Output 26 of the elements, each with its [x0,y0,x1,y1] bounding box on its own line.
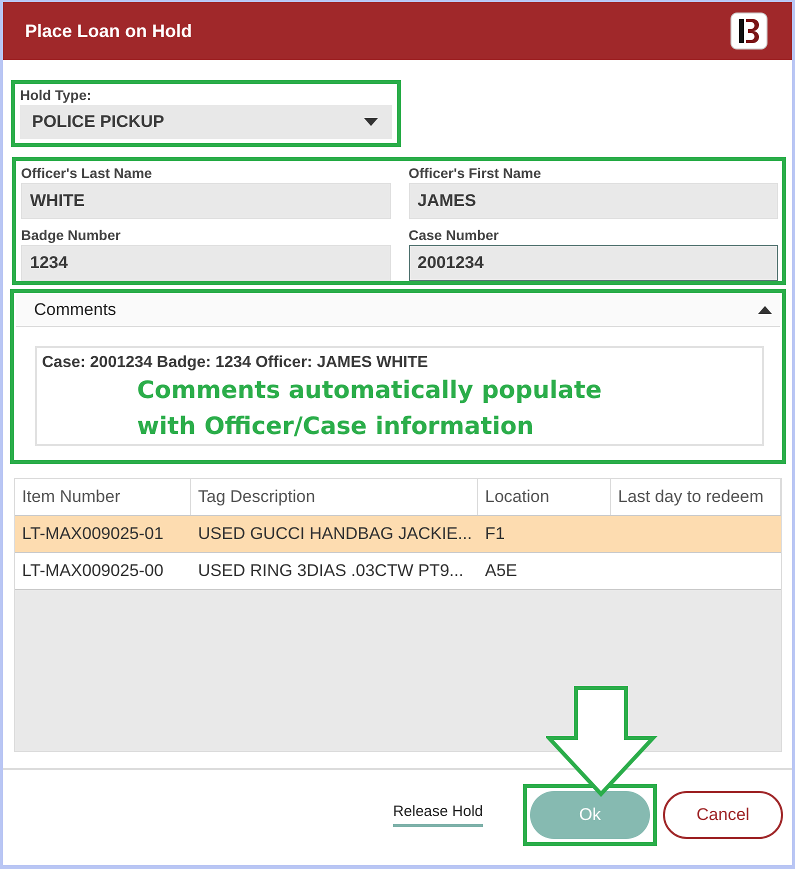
caret-icon [364,118,378,126]
window-title: Place Loan on Hold [25,20,192,42]
release-hold-link[interactable]: Release Hold [392,802,483,826]
column-header: Last day to redeem [611,479,781,515]
comments-field[interactable]: Case: 2001234 Badge: 1234 Officer: JAMES WHITE Comments automatically populate with Officer/Case information [35,346,764,446]
field-label: Case Number [408,227,500,243]
column-header: Location [478,479,611,515]
field-label: Officer's Last Name [21,165,153,181]
section-title: Comments [34,300,116,320]
logo-icon [730,12,768,50]
text-field[interactable]: WHITE [21,183,390,219]
table-row[interactable]: LT-MAX009025-01 USED GUCCI HANDBAG JACKIE... F1 [15,516,781,553]
annotation-text: with Officer/Case information [137,411,535,442]
hold-type-dropdown[interactable]: POLICE PICKUP [20,105,392,139]
text-field[interactable]: 1234 [21,245,390,281]
cancel-button[interactable]: Cancel [663,790,783,838]
field-label: Hold Type: [20,87,92,103]
annotation-text: Comments automatically populate [137,375,603,406]
column-header: Tag Description [191,479,478,515]
comments-header[interactable]: Comments [16,294,780,327]
text-field[interactable]: JAMES [408,183,778,219]
field-label: Officer's First Name [408,165,542,181]
field-label: Badge Number [21,227,122,243]
table-row[interactable]: LT-MAX009025-00 USED RING 3DIAS .03CTW PT9... A5E [15,553,781,590]
text-field[interactable]: 2001234 [408,245,778,281]
column-header: Item Number [15,479,191,515]
